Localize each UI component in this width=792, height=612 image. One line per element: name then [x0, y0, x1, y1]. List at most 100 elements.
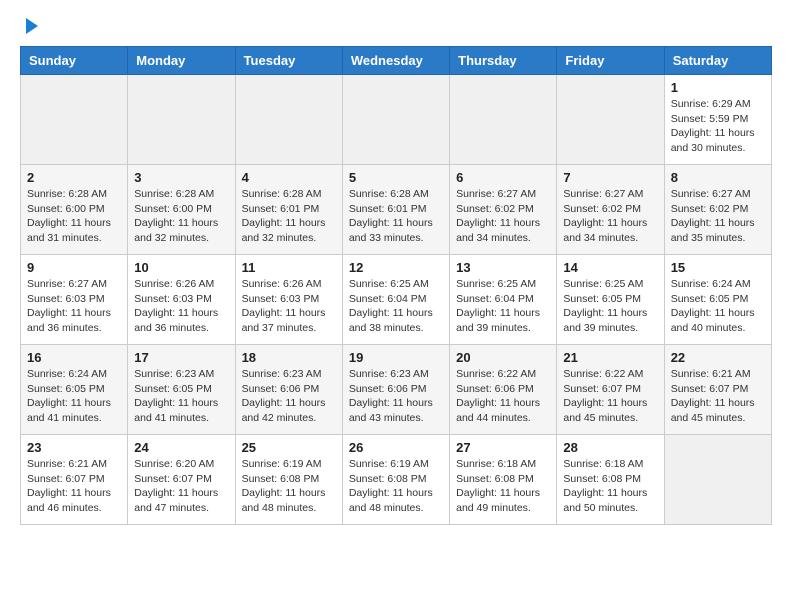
day-number: 19	[349, 350, 443, 365]
day-of-week-header: Thursday	[450, 47, 557, 75]
page-header	[20, 20, 772, 36]
day-info: Sunrise: 6:18 AMSunset: 6:08 PMDaylight:…	[456, 457, 550, 516]
day-number: 17	[134, 350, 228, 365]
day-info: Sunrise: 6:28 AMSunset: 6:01 PMDaylight:…	[349, 187, 443, 246]
day-info: Sunrise: 6:28 AMSunset: 6:01 PMDaylight:…	[242, 187, 336, 246]
calendar-cell: 27 Sunrise: 6:18 AMSunset: 6:08 PMDayligh…	[450, 435, 557, 525]
calendar-header-row: SundayMondayTuesdayWednesdayThursdayFrid…	[21, 47, 772, 75]
calendar-cell	[664, 435, 771, 525]
day-number: 10	[134, 260, 228, 275]
day-number: 4	[242, 170, 336, 185]
day-of-week-header: Monday	[128, 47, 235, 75]
day-info: Sunrise: 6:27 AMSunset: 6:02 PMDaylight:…	[563, 187, 657, 246]
day-info: Sunrise: 6:29 AMSunset: 5:59 PMDaylight:…	[671, 97, 765, 156]
day-number: 24	[134, 440, 228, 455]
calendar-cell: 19 Sunrise: 6:23 AMSunset: 6:06 PMDayligh…	[342, 345, 449, 435]
day-number: 13	[456, 260, 550, 275]
day-info: Sunrise: 6:28 AMSunset: 6:00 PMDaylight:…	[27, 187, 121, 246]
day-number: 15	[671, 260, 765, 275]
day-info: Sunrise: 6:28 AMSunset: 6:00 PMDaylight:…	[134, 187, 228, 246]
calendar-cell: 10 Sunrise: 6:26 AMSunset: 6:03 PMDayligh…	[128, 255, 235, 345]
day-info: Sunrise: 6:26 AMSunset: 6:03 PMDaylight:…	[134, 277, 228, 336]
day-number: 7	[563, 170, 657, 185]
day-number: 27	[456, 440, 550, 455]
calendar-cell: 20Sunrise: 6:22 AMSunset: 6:06 PMDayligh…	[450, 345, 557, 435]
day-info: Sunrise: 6:26 AMSunset: 6:03 PMDaylight:…	[242, 277, 336, 336]
calendar-cell: 24 Sunrise: 6:20 AMSunset: 6:07 PMDayligh…	[128, 435, 235, 525]
calendar-cell: 25 Sunrise: 6:19 AMSunset: 6:08 PMDayligh…	[235, 435, 342, 525]
calendar-cell: 18 Sunrise: 6:23 AMSunset: 6:06 PMDayligh…	[235, 345, 342, 435]
day-info: Sunrise: 6:19 AMSunset: 6:08 PMDaylight:…	[349, 457, 443, 516]
day-number: 18	[242, 350, 336, 365]
calendar-cell: 26 Sunrise: 6:19 AMSunset: 6:08 PMDayligh…	[342, 435, 449, 525]
calendar-cell: 21 Sunrise: 6:22 AMSunset: 6:07 PMDayligh…	[557, 345, 664, 435]
calendar-cell: 7 Sunrise: 6:27 AMSunset: 6:02 PMDaylight…	[557, 165, 664, 255]
day-info: Sunrise: 6:23 AMSunset: 6:05 PMDaylight:…	[134, 367, 228, 426]
day-info: Sunrise: 6:18 AMSunset: 6:08 PMDaylight:…	[563, 457, 657, 516]
calendar-cell: 15 Sunrise: 6:24 AMSunset: 6:05 PMDayligh…	[664, 255, 771, 345]
day-info: Sunrise: 6:24 AMSunset: 6:05 PMDaylight:…	[27, 367, 121, 426]
calendar-week-row: 16 Sunrise: 6:24 AMSunset: 6:05 PMDayligh…	[21, 345, 772, 435]
day-number: 11	[242, 260, 336, 275]
calendar-cell: 22 Sunrise: 6:21 AMSunset: 6:07 PMDayligh…	[664, 345, 771, 435]
day-number: 21	[563, 350, 657, 365]
calendar-cell: 5 Sunrise: 6:28 AMSunset: 6:01 PMDaylight…	[342, 165, 449, 255]
calendar-cell	[235, 75, 342, 165]
calendar-cell: 9 Sunrise: 6:27 AMSunset: 6:03 PMDaylight…	[21, 255, 128, 345]
calendar-cell: 8 Sunrise: 6:27 AMSunset: 6:02 PMDaylight…	[664, 165, 771, 255]
day-info: Sunrise: 6:25 AMSunset: 6:04 PMDaylight:…	[349, 277, 443, 336]
calendar-cell: 23 Sunrise: 6:21 AMSunset: 6:07 PMDayligh…	[21, 435, 128, 525]
calendar-cell	[21, 75, 128, 165]
calendar-cell: 4 Sunrise: 6:28 AMSunset: 6:01 PMDaylight…	[235, 165, 342, 255]
calendar-cell: 3 Sunrise: 6:28 AMSunset: 6:00 PMDaylight…	[128, 165, 235, 255]
day-info: Sunrise: 6:23 AMSunset: 6:06 PMDaylight:…	[242, 367, 336, 426]
day-of-week-header: Wednesday	[342, 47, 449, 75]
day-info: Sunrise: 6:22 AMSunset: 6:07 PMDaylight:…	[563, 367, 657, 426]
calendar-cell	[342, 75, 449, 165]
day-info: Sunrise: 6:25 AMSunset: 6:05 PMDaylight:…	[563, 277, 657, 336]
calendar-cell: 17 Sunrise: 6:23 AMSunset: 6:05 PMDayligh…	[128, 345, 235, 435]
calendar-cell: 1 Sunrise: 6:29 AMSunset: 5:59 PMDaylight…	[664, 75, 771, 165]
day-number: 22	[671, 350, 765, 365]
day-number: 1	[671, 80, 765, 95]
day-number: 5	[349, 170, 443, 185]
day-info: Sunrise: 6:27 AMSunset: 6:02 PMDaylight:…	[671, 187, 765, 246]
day-number: 9	[27, 260, 121, 275]
calendar-cell	[450, 75, 557, 165]
day-info: Sunrise: 6:19 AMSunset: 6:08 PMDaylight:…	[242, 457, 336, 516]
day-info: Sunrise: 6:27 AMSunset: 6:03 PMDaylight:…	[27, 277, 121, 336]
day-number: 3	[134, 170, 228, 185]
day-number: 12	[349, 260, 443, 275]
logo-icon	[22, 16, 42, 36]
day-info: Sunrise: 6:23 AMSunset: 6:06 PMDaylight:…	[349, 367, 443, 426]
day-info: Sunrise: 6:27 AMSunset: 6:02 PMDaylight:…	[456, 187, 550, 246]
calendar-week-row: 2Sunrise: 6:28 AMSunset: 6:00 PMDaylight…	[21, 165, 772, 255]
calendar-cell: 2Sunrise: 6:28 AMSunset: 6:00 PMDaylight…	[21, 165, 128, 255]
day-number: 23	[27, 440, 121, 455]
day-number: 28	[563, 440, 657, 455]
calendar-cell: 14 Sunrise: 6:25 AMSunset: 6:05 PMDayligh…	[557, 255, 664, 345]
day-number: 6	[456, 170, 550, 185]
calendar-week-row: 23 Sunrise: 6:21 AMSunset: 6:07 PMDayligh…	[21, 435, 772, 525]
day-number: 14	[563, 260, 657, 275]
day-of-week-header: Saturday	[664, 47, 771, 75]
day-of-week-header: Sunday	[21, 47, 128, 75]
day-number: 16	[27, 350, 121, 365]
calendar-week-row: 1 Sunrise: 6:29 AMSunset: 5:59 PMDaylight…	[21, 75, 772, 165]
logo	[20, 20, 42, 36]
day-number: 20	[456, 350, 550, 365]
calendar-cell: 6 Sunrise: 6:27 AMSunset: 6:02 PMDaylight…	[450, 165, 557, 255]
day-of-week-header: Tuesday	[235, 47, 342, 75]
day-number: 8	[671, 170, 765, 185]
day-info: Sunrise: 6:20 AMSunset: 6:07 PMDaylight:…	[134, 457, 228, 516]
day-number: 26	[349, 440, 443, 455]
calendar-cell: 11 Sunrise: 6:26 AMSunset: 6:03 PMDayligh…	[235, 255, 342, 345]
calendar-cell: 12 Sunrise: 6:25 AMSunset: 6:04 PMDayligh…	[342, 255, 449, 345]
day-number: 25	[242, 440, 336, 455]
day-info: Sunrise: 6:24 AMSunset: 6:05 PMDaylight:…	[671, 277, 765, 336]
calendar-table: SundayMondayTuesdayWednesdayThursdayFrid…	[20, 46, 772, 525]
day-info: Sunrise: 6:21 AMSunset: 6:07 PMDaylight:…	[671, 367, 765, 426]
calendar-cell: 28 Sunrise: 6:18 AMSunset: 6:08 PMDayligh…	[557, 435, 664, 525]
calendar-cell: 13Sunrise: 6:25 AMSunset: 6:04 PMDayligh…	[450, 255, 557, 345]
day-info: Sunrise: 6:21 AMSunset: 6:07 PMDaylight:…	[27, 457, 121, 516]
